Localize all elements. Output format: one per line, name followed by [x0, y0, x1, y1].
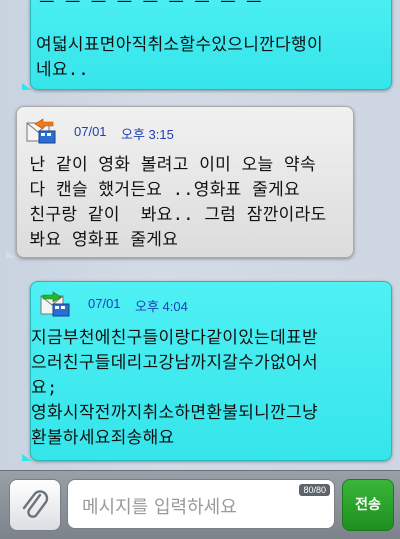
message-input-placeholder: 메시지를 입력하세요: [82, 497, 237, 518]
bubble-tail: [22, 447, 32, 461]
composer-bar: 메시지를 입력하세요 80/80 전송: [0, 470, 400, 539]
message-text: 지금부천에친구들이랑다같이있는데표받 으러친구들데리고강남까지갈수가없어서 요;…: [31, 328, 318, 448]
attach-button[interactable]: [9, 479, 61, 531]
bubble-tail: [6, 244, 16, 258]
char-counter: 80/80: [299, 484, 330, 496]
message-time: 오후 4:04: [135, 299, 188, 314]
mms-icon: [39, 290, 71, 318]
message-date: 07/01: [88, 296, 121, 311]
message-text: 난 같이 영화 볼려고 이미 오늘 약속 다 캔슬 했거든요 ..영화표 줄게요…: [29, 155, 327, 250]
send-button[interactable]: 전송: [342, 479, 394, 531]
message-time: 오후 3:15: [121, 127, 174, 142]
message-bubble-received[interactable]: 07/01 오후 4:04 지금부천에친구들이랑다같이있는데표받 으러친구들데리…: [30, 281, 392, 461]
message-text: 여덟시표면아직취소할수있으니깐다행이 네요..: [36, 35, 323, 80]
mms-icon: [25, 117, 57, 145]
message-bubble-sent[interactable]: 07/01 오후 3:15 난 같이 영화 볼려고 이미 오늘 약속 다 캔슬 …: [16, 106, 354, 258]
partial-hidden-line: ㅡ ㅡ ㅡ ㅡ ㅡ ㅡ ㅡ ㅡ ㅡ: [39, 0, 379, 5]
message-date: 07/01: [74, 124, 107, 139]
message-input[interactable]: 메시지를 입력하세요 80/80: [67, 479, 335, 529]
paperclip-icon: [22, 490, 49, 518]
message-bubble-received[interactable]: ㅡ ㅡ ㅡ ㅡ ㅡ ㅡ ㅡ ㅡ ㅡ 여덟시표면아직취소할수있으니깐다행이 네요.…: [30, 0, 392, 90]
bubble-tail: [22, 76, 32, 90]
